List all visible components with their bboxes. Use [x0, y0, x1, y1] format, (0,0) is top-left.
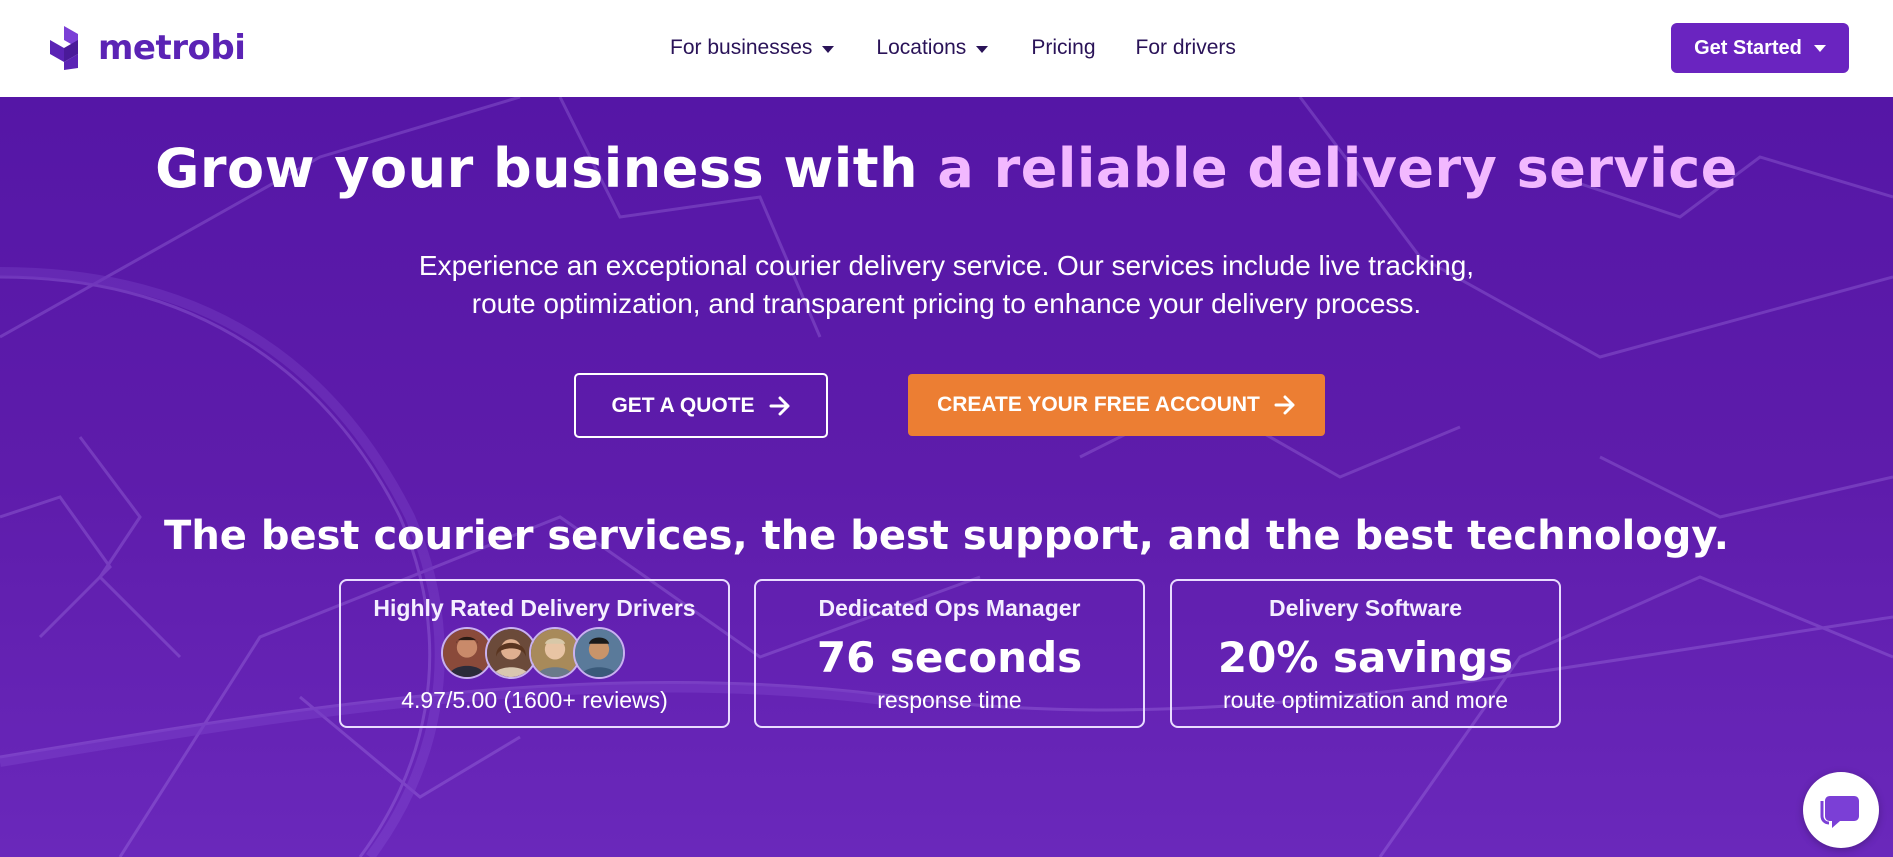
hero-subtitle-line-1: Experience an exceptional courier delive… [418, 250, 1475, 281]
card-title: Highly Rated Delivery Drivers [373, 595, 696, 621]
delivery-software-card: Delivery Software 20% savings route opti… [1170, 579, 1561, 728]
drivers-rating-card: Highly Rated Delivery Drivers 4.97/5.00 … [339, 579, 730, 728]
card-stat: 76 seconds [816, 633, 1083, 682]
arrow-right-icon [769, 396, 790, 415]
get-a-quote-label: GET A QUOTE [611, 393, 755, 417]
metrobi-logo-icon [50, 26, 78, 70]
caret-down-icon [1813, 44, 1826, 52]
nav-for-drivers[interactable]: For drivers [1136, 36, 1236, 60]
hero-title-plain: Grow your business with [155, 137, 938, 200]
ops-manager-card: Dedicated Ops Manager 76 seconds respons… [754, 579, 1145, 728]
arrow-right-icon [1274, 395, 1295, 415]
hero-title-accent: a reliable delivery service [937, 137, 1738, 200]
nav-pricing[interactable]: Pricing [1031, 36, 1095, 60]
metrobi-logo[interactable]: metrobi [50, 26, 246, 70]
create-free-account-label: CREATE YOUR FREE ACCOUNT [937, 393, 1260, 416]
nav-locations-label: Locations [876, 36, 967, 59]
get-started-label: Get Started [1694, 36, 1802, 59]
get-a-quote-button[interactable]: GET A QUOTE [574, 373, 828, 438]
hero-section: Grow your business with a reliable deliv… [0, 97, 1893, 857]
get-started-button[interactable]: Get Started [1671, 23, 1849, 73]
hero-title: Grow your business with a reliable deliv… [0, 137, 1893, 200]
site-header: metrobi For businesses Locations Pricing… [0, 0, 1893, 97]
card-title: Dedicated Ops Manager [818, 595, 1081, 621]
chat-bubble-icon [1820, 796, 1859, 828]
caret-down-icon [822, 45, 835, 53]
hero-subtitle-line-2: route optimization, and transparent pric… [471, 288, 1422, 319]
driver-avatars [441, 627, 625, 679]
avatar [573, 627, 625, 679]
nav-for-businesses[interactable]: For businesses [670, 36, 835, 60]
nav-pricing-label: Pricing [1031, 36, 1096, 59]
card-subtext: route optimization and more [1222, 687, 1509, 713]
nav-for-drivers-label: For drivers [1135, 36, 1236, 59]
tagline: The best courier services, the best supp… [164, 513, 1729, 559]
caret-down-icon [976, 45, 989, 53]
map-background [0, 97, 1893, 857]
rating-text: 4.97/5.00 (1600+ reviews) [401, 687, 668, 713]
card-stat: 20% savings [1217, 633, 1514, 682]
nav-for-businesses-label: For businesses [670, 36, 813, 59]
chat-launcher-button[interactable] [1803, 772, 1879, 848]
create-free-account-button[interactable]: CREATE YOUR FREE ACCOUNT [908, 374, 1325, 436]
card-subtext: response time [877, 687, 1022, 713]
card-title: Delivery Software [1268, 595, 1463, 621]
main-nav: For businesses Locations Pricing For dri… [670, 36, 1236, 60]
hero-subtitle: Experience an exceptional courier delive… [300, 247, 1593, 323]
nav-locations[interactable]: Locations [876, 36, 989, 60]
logo-text: metrobi [98, 28, 246, 68]
